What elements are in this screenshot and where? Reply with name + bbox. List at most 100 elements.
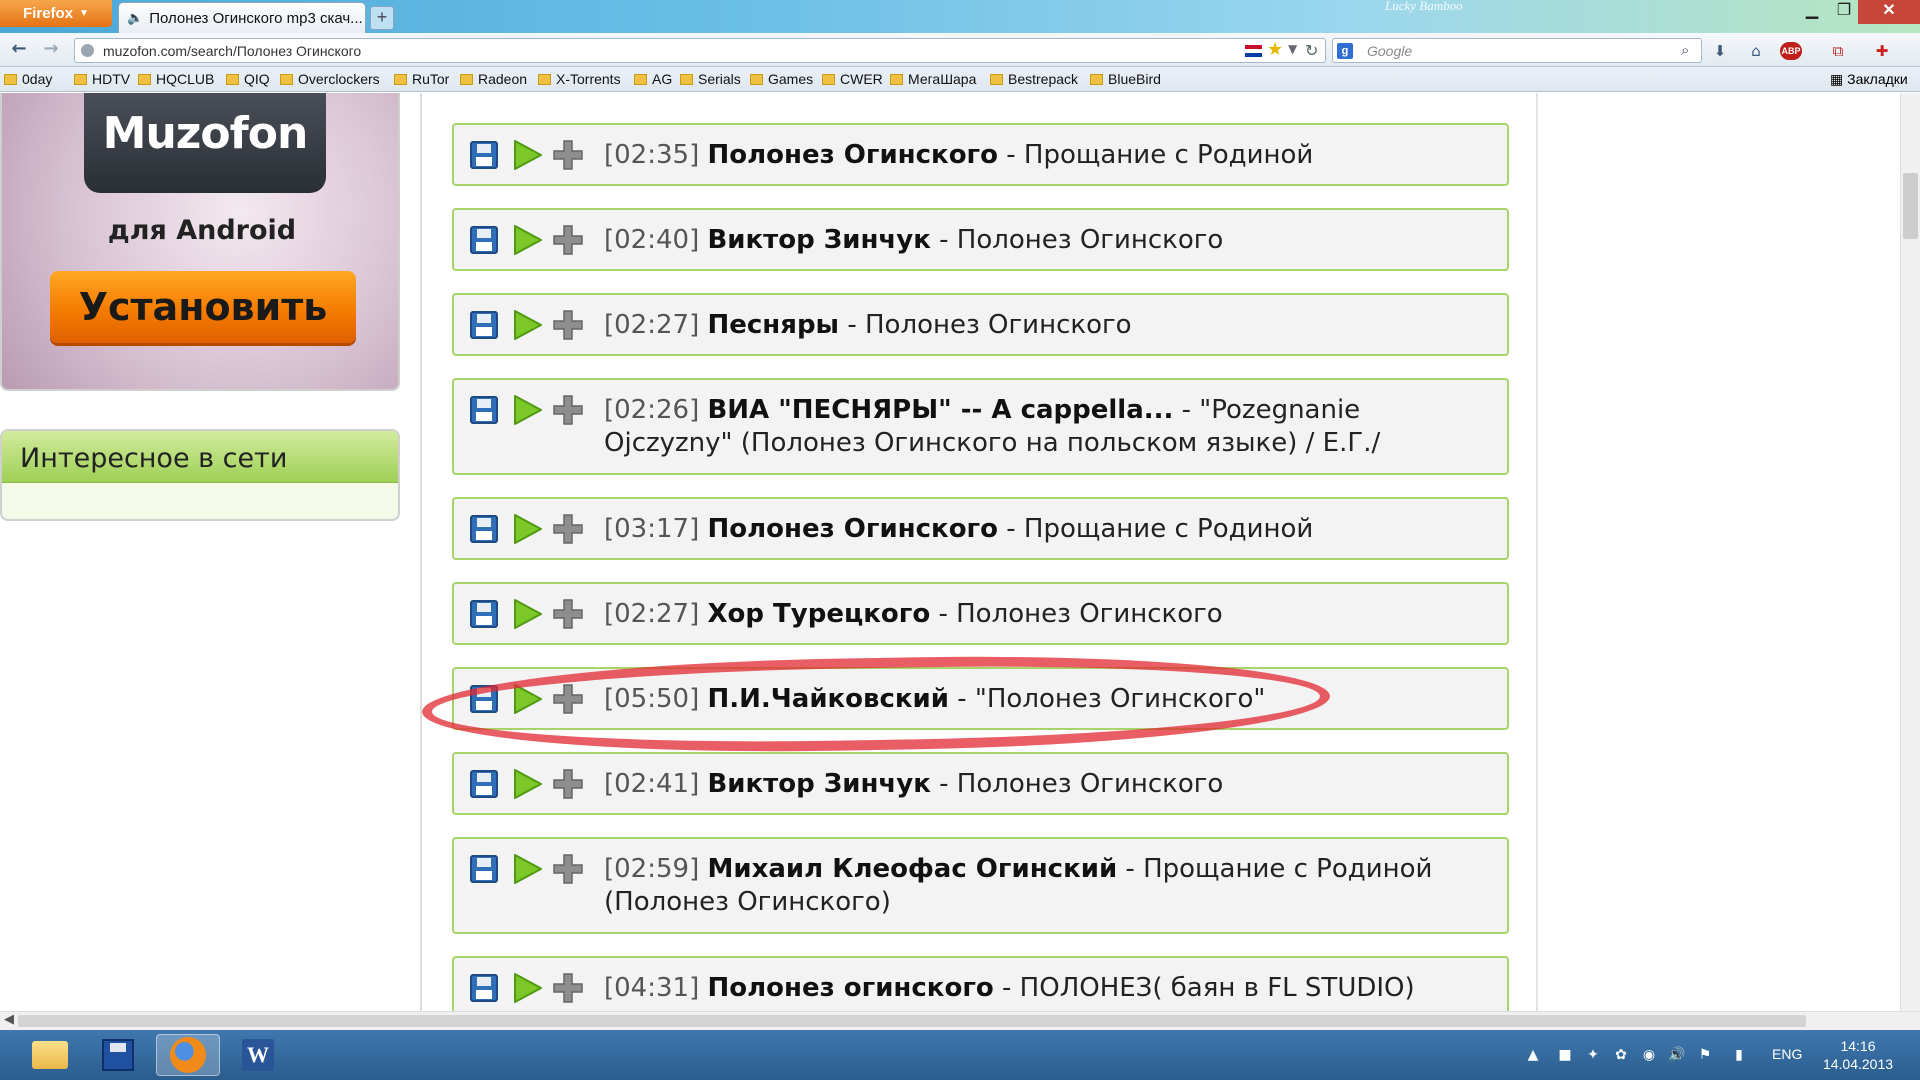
tray-app-icon[interactable]: ◉ <box>1640 1046 1658 1064</box>
download-icon[interactable]: ⬇ <box>1710 41 1730 61</box>
tray-expand-icon[interactable]: ▲ <box>1524 1046 1542 1064</box>
language-indicator[interactable]: ENG <box>1772 1046 1802 1062</box>
track-artist[interactable]: Песняры <box>707 310 839 340</box>
play-icon[interactable] <box>511 768 543 800</box>
track-row[interactable]: [02:40] Виктор Зинчук - Полонез Огинског… <box>452 208 1509 271</box>
bookmark-item[interactable]: BlueBird <box>1090 71 1161 87</box>
vertical-scroll-thumb[interactable] <box>1903 173 1918 239</box>
back-button[interactable]: ← <box>6 38 32 62</box>
bookmark-item[interactable]: Radeon <box>460 71 527 87</box>
search-icon[interactable]: ⌕ <box>1681 41 1689 59</box>
bookmark-item[interactable]: X-Torrents <box>538 71 621 87</box>
clock[interactable]: 14:16 14.04.2013 <box>1818 1037 1898 1073</box>
play-icon[interactable] <box>511 139 543 171</box>
url-text[interactable]: muzofon.com/search/Полонез Огинского <box>103 43 361 59</box>
addon-icon[interactable]: ✚ <box>1872 41 1892 61</box>
firefox-menu-button[interactable]: Firefox ▼ <box>0 0 112 27</box>
track-artist[interactable]: Полонез Огинского <box>707 140 998 170</box>
play-icon[interactable] <box>511 309 543 341</box>
bookmark-item[interactable]: Overclockers <box>280 71 380 87</box>
taskbar-word[interactable]: W <box>226 1034 290 1076</box>
add-to-playlist-icon[interactable] <box>552 394 584 426</box>
volume-icon[interactable]: 🔊 <box>1668 1046 1686 1064</box>
add-to-playlist-icon[interactable] <box>552 683 584 715</box>
play-icon[interactable] <box>511 972 543 1004</box>
track-artist[interactable]: Виктор Зинчук <box>707 225 930 255</box>
track-artist[interactable]: Полонез Огинского <box>707 514 998 544</box>
browser-tab[interactable]: 🔈 Полонез Огинского mp3 скач... <box>118 2 366 33</box>
track-row[interactable]: [02:26] ВИА "ПЕСНЯРЫ" -- A cappella... -… <box>452 378 1509 475</box>
track-artist[interactable]: П.И.Чайковский <box>707 684 949 714</box>
save-icon[interactable] <box>468 513 500 545</box>
network-icon[interactable]: ▮ <box>1730 1046 1748 1064</box>
track-artist[interactable]: ВИА "ПЕСНЯРЫ" -- A cappella... <box>707 395 1173 425</box>
save-icon[interactable] <box>468 224 500 256</box>
new-tab-button[interactable]: + <box>370 6 394 30</box>
bookmark-item[interactable]: CWER <box>822 71 883 87</box>
bookmark-item[interactable]: HDTV <box>74 71 130 87</box>
install-button[interactable]: Установить <box>50 271 356 343</box>
bookmark-star-icon[interactable]: ★ <box>1267 39 1283 60</box>
save-icon[interactable] <box>468 139 500 171</box>
android-promo-banner[interactable]: Muzofon для Android Установить <box>0 93 400 391</box>
reload-icon[interactable]: ↻ <box>1305 41 1318 60</box>
save-icon[interactable] <box>468 853 500 885</box>
tray-app-icon[interactable]: ✿ <box>1612 1046 1630 1064</box>
taskbar-firefox[interactable] <box>156 1034 220 1076</box>
search-engine-icon[interactable]: g <box>1337 43 1353 59</box>
site-identity-icon[interactable] <box>81 44 94 57</box>
track-title[interactable]: - Полонез Огинского <box>931 225 1223 255</box>
close-button[interactable]: ✕ <box>1858 0 1920 24</box>
add-to-playlist-icon[interactable] <box>552 224 584 256</box>
play-icon[interactable] <box>511 513 543 545</box>
address-bar[interactable]: muzofon.com/search/Полонез Огинского ★ ▼… <box>74 38 1326 63</box>
track-artist[interactable]: Михаил Клеофас Огинский <box>707 854 1117 884</box>
save-icon[interactable] <box>468 683 500 715</box>
add-to-playlist-icon[interactable] <box>552 513 584 545</box>
track-title[interactable]: - ПОЛОНЕЗ( баян в FL STUDIO) <box>994 973 1415 1003</box>
play-icon[interactable] <box>511 224 543 256</box>
bookmark-item[interactable]: 0day <box>4 71 52 87</box>
track-title[interactable]: - Полонез Огинского <box>930 599 1222 629</box>
search-input[interactable]: g Google ⌕ <box>1332 38 1702 63</box>
home-icon[interactable]: ⌂ <box>1746 41 1766 61</box>
tray-app-icon[interactable]: ✦ <box>1584 1046 1602 1064</box>
add-to-playlist-icon[interactable] <box>552 972 584 1004</box>
history-dropdown-icon[interactable]: ▼ <box>1288 42 1297 56</box>
track-row[interactable]: [04:31] Полонез огинского - ПОЛОНЕЗ( бая… <box>452 956 1509 1011</box>
bookmark-item[interactable]: Games <box>750 71 813 87</box>
horizontal-scrollbar[interactable]: ◀ <box>0 1011 1920 1030</box>
add-to-playlist-icon[interactable] <box>552 768 584 800</box>
track-row[interactable]: [02:27] Песняры - Полонез Огинского <box>452 293 1509 356</box>
vertical-scrollbar[interactable] <box>1900 93 1920 1011</box>
bookmark-item[interactable]: HQCLUB <box>138 71 214 87</box>
bookmark-item[interactable]: Bestrepack <box>990 71 1078 87</box>
track-title[interactable]: - Полонез Огинского <box>931 769 1223 799</box>
track-artist[interactable]: Виктор Зинчук <box>707 769 930 799</box>
track-artist[interactable]: Полонез огинского <box>707 973 993 1003</box>
save-icon[interactable] <box>468 309 500 341</box>
track-row[interactable]: [03:17] Полонез Огинского - Прощание с Р… <box>452 497 1509 560</box>
save-icon[interactable] <box>468 768 500 800</box>
save-icon[interactable] <box>468 394 500 426</box>
extension-icon[interactable]: ⧉ <box>1828 41 1848 61</box>
flag-icon[interactable]: ⚑ <box>1696 1046 1714 1064</box>
play-icon[interactable] <box>511 683 543 715</box>
add-to-playlist-icon[interactable] <box>552 309 584 341</box>
play-icon[interactable] <box>511 853 543 885</box>
bookmark-item[interactable]: RuTor <box>394 71 449 87</box>
track-title[interactable]: - Прощание с Родиной <box>998 140 1313 170</box>
track-title[interactable]: - Прощание с Родиной <box>998 514 1313 544</box>
track-row[interactable]: [02:59] Михаил Клеофас Огинский - Прощан… <box>452 837 1509 934</box>
bookmark-item[interactable]: МегаШара <box>890 71 976 87</box>
bookmark-item[interactable]: QIQ <box>226 71 270 87</box>
track-row[interactable]: [02:27] Хор Турецкого - Полонез Огинског… <box>452 582 1509 645</box>
forward-button[interactable]: → <box>38 38 64 62</box>
bookmarks-menu-button[interactable]: ▦ Закладки <box>1830 71 1908 88</box>
adblock-icon[interactable]: ABP <box>1780 42 1802 60</box>
save-icon[interactable] <box>468 598 500 630</box>
bookmark-item[interactable]: AG <box>634 71 672 87</box>
taskbar-explorer[interactable] <box>18 1034 82 1076</box>
play-icon[interactable] <box>511 394 543 426</box>
add-to-playlist-icon[interactable] <box>552 853 584 885</box>
